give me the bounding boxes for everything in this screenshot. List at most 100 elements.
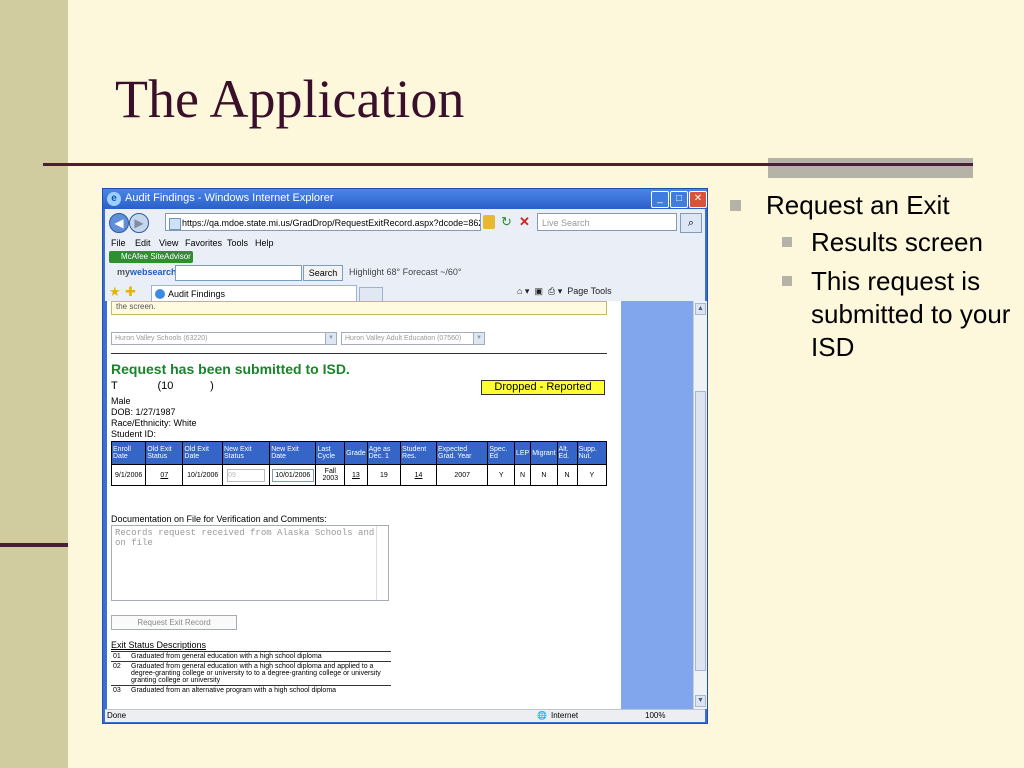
menu-file[interactable]: File bbox=[111, 238, 126, 248]
toolbar-extras[interactable]: Highlight 68° Forecast ~/60° bbox=[349, 267, 462, 277]
menu-tools[interactable]: Tools bbox=[227, 238, 248, 248]
tab-audit-findings[interactable]: Audit Findings bbox=[151, 285, 357, 301]
col-lep: LEP bbox=[513, 441, 532, 465]
sub-bullet-submitted: This request is submitted to your ISD bbox=[730, 265, 1020, 364]
col-migrant: Migrant bbox=[530, 441, 558, 465]
window-titlebar[interactable]: e Audit Findings - Windows Internet Expl… bbox=[103, 189, 707, 209]
zoom-level[interactable]: 100% bbox=[645, 711, 665, 720]
bullet-list: Request an Exit Results screen This requ… bbox=[730, 190, 1020, 364]
feeds-icon[interactable]: ▣ bbox=[534, 286, 543, 296]
divider bbox=[111, 353, 607, 354]
menu-favorites[interactable]: Favorites bbox=[185, 238, 222, 248]
title-rule-block bbox=[768, 158, 973, 178]
slide-title: The Application bbox=[115, 69, 465, 129]
submitted-headline: Request has been submitted to ISD. bbox=[111, 361, 350, 377]
cell-lep: N bbox=[513, 464, 532, 486]
browser-chrome: ◀ ▶ https://qa.mdoe.state.mi.us/GradDrop… bbox=[105, 209, 705, 303]
bullet-request-exit: Request an Exit bbox=[730, 190, 1020, 220]
col-last-cycle: Last Cycle bbox=[315, 441, 346, 465]
address-bar[interactable]: https://qa.mdoe.state.mi.us/GradDrop/Req… bbox=[165, 213, 481, 231]
student-race: Race/Ethnicity: White bbox=[111, 418, 197, 428]
command-bar[interactable]: ⌂ ▾ ▣ ⎙ ▾ Page Tools bbox=[517, 286, 612, 297]
sub-bullet-results: Results screen bbox=[730, 226, 1020, 259]
col-age: Age as Dec. 1 bbox=[366, 441, 402, 465]
cell-enroll-date: 9/1/2006 bbox=[110, 464, 147, 486]
student-name: T (10 ) bbox=[111, 380, 214, 392]
building-select[interactable]: Huron Valley Adult Education (07560) ▼ bbox=[341, 332, 485, 345]
home-icon[interactable]: ⌂ ▾ bbox=[517, 286, 529, 296]
lock-icon[interactable] bbox=[483, 215, 495, 229]
refresh-icon[interactable]: ↻ bbox=[501, 214, 515, 230]
back-button[interactable]: ◀ bbox=[109, 213, 129, 233]
scroll-up-icon[interactable]: ▲ bbox=[695, 303, 706, 315]
tab-ie-icon bbox=[155, 289, 165, 299]
minimize-button[interactable]: _ bbox=[651, 191, 669, 208]
status-badge: Dropped - Reported bbox=[481, 380, 605, 395]
page-icon bbox=[169, 218, 181, 230]
list-item: 02 Graduated from general education with … bbox=[111, 661, 391, 686]
title-rule bbox=[43, 163, 973, 166]
mcafee-siteadvisor-button[interactable]: McAfee SiteAdvisor bbox=[109, 251, 193, 263]
new-exit-status-select[interactable]: 09 bbox=[227, 468, 266, 482]
cell-grad-year: 2007 bbox=[436, 464, 489, 486]
live-search-input[interactable]: Live Search bbox=[537, 213, 677, 231]
top-note: the screen. bbox=[111, 301, 607, 315]
left-accent-bar bbox=[0, 543, 68, 547]
close-button[interactable]: ✕ bbox=[689, 191, 707, 208]
toolbar-search-input[interactable] bbox=[175, 265, 302, 281]
student-dob: DOB: 1/27/1987 bbox=[111, 407, 176, 417]
list-item: 01 Graduated from general education with … bbox=[111, 651, 391, 662]
cell-supp-nut: Y bbox=[576, 464, 608, 486]
vertical-scrollbar[interactable]: ▲ ▼ bbox=[693, 301, 707, 709]
stop-icon[interactable]: ✕ bbox=[519, 214, 533, 230]
cell-old-exit-status-link[interactable]: 07 bbox=[145, 464, 184, 486]
status-bar: Done 🌐 Internet 100% bbox=[105, 709, 705, 722]
print-icon[interactable]: ⎙ ▾ bbox=[548, 286, 562, 296]
col-student-res: Student Res. bbox=[400, 441, 438, 465]
student-gender: Male bbox=[111, 396, 131, 406]
status-text: Done bbox=[107, 711, 127, 720]
exit-status-title: Exit Status Descriptions bbox=[111, 640, 207, 650]
chevron-down-icon: ▼ bbox=[325, 333, 336, 344]
cell-new-exit-status: 09 bbox=[222, 464, 271, 486]
cell-age: 19 bbox=[366, 464, 402, 486]
col-enroll-date: Enroll Date bbox=[110, 441, 147, 465]
comments-textarea[interactable]: Records request received from Alaska Sch… bbox=[111, 525, 389, 601]
col-grad-year: Expected Grad. Year bbox=[436, 441, 489, 465]
cell-grade-link[interactable]: 13 bbox=[344, 464, 368, 486]
toolbar-search-button[interactable]: Search bbox=[303, 265, 343, 281]
district-select[interactable]: Huron Valley Schools (63220) ▼ bbox=[111, 332, 337, 345]
cell-res-link[interactable]: 14 bbox=[400, 464, 438, 486]
page-background-right bbox=[621, 301, 693, 709]
ie-logo-icon: e bbox=[107, 192, 121, 206]
bullet-square-icon bbox=[782, 237, 792, 247]
col-old-exit-date: Old Exit Date bbox=[182, 441, 224, 465]
exit-record-table: Enroll Date Old Exit Status Old Exit Dat… bbox=[110, 441, 608, 486]
menu-help[interactable]: Help bbox=[255, 238, 274, 248]
mywebsearch-toolbar: mywebsearch Search Highlight 68° Forecas… bbox=[105, 265, 705, 281]
request-exit-record-button[interactable]: Request Exit Record bbox=[111, 615, 237, 630]
page-content: the screen. Huron Valley Schools (63220)… bbox=[107, 301, 621, 709]
scroll-down-icon[interactable]: ▼ bbox=[695, 695, 706, 707]
menu-bar: File Edit View Favorites Tools Help bbox=[105, 237, 705, 251]
maximize-button[interactable]: □ bbox=[670, 191, 688, 208]
table-header-row: Enroll Date Old Exit Status Old Exit Dat… bbox=[110, 441, 608, 465]
add-favorites-icon[interactable]: ✚ bbox=[125, 284, 136, 300]
menu-edit[interactable]: Edit bbox=[135, 238, 151, 248]
cell-last-cycle: Fall 2003 bbox=[315, 464, 346, 486]
globe-icon: 🌐 bbox=[537, 711, 547, 720]
mywebsearch-logo: mywebsearch bbox=[117, 267, 177, 277]
forward-button[interactable]: ▶ bbox=[129, 213, 149, 233]
new-exit-date-input[interactable]: 10/01/2006 bbox=[271, 468, 314, 482]
address-row: ◀ ▶ https://qa.mdoe.state.mi.us/GradDrop… bbox=[105, 211, 705, 235]
menu-view[interactable]: View bbox=[159, 238, 178, 248]
cell-new-exit-date: 10/01/2006 bbox=[269, 464, 317, 486]
search-icon[interactable]: ⌕ bbox=[680, 213, 702, 233]
cell-old-exit-date: 10/1/2006 bbox=[182, 464, 224, 486]
chevron-down-icon: ▼ bbox=[473, 333, 484, 344]
scroll-thumb[interactable] bbox=[695, 391, 706, 671]
favorites-star-icon[interactable]: ★ bbox=[109, 284, 121, 300]
status-zone: Internet bbox=[551, 711, 579, 720]
textarea-scrollbar[interactable] bbox=[376, 526, 388, 600]
cell-migrant: N bbox=[530, 464, 558, 486]
